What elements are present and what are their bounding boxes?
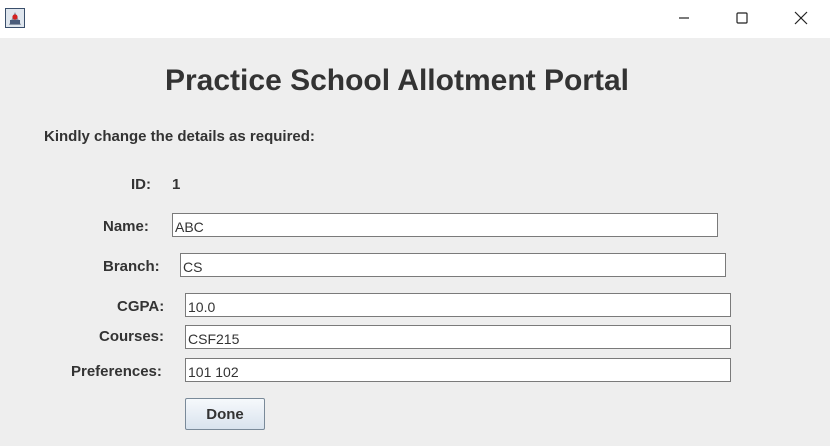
minimize-icon — [678, 12, 690, 24]
close-button[interactable] — [772, 0, 830, 36]
cgpa-field[interactable] — [185, 293, 731, 317]
courses-field[interactable] — [185, 325, 731, 349]
instruction-text: Kindly change the details as required: — [44, 128, 315, 145]
window-content — [0, 38, 830, 446]
courses-label: Courses: — [99, 328, 165, 345]
minimize-button[interactable] — [655, 0, 713, 36]
id-value: 1 — [172, 176, 181, 193]
preferences-label: Preferences: — [71, 363, 162, 380]
name-field[interactable] — [172, 213, 718, 237]
name-label: Name: — [103, 218, 149, 235]
close-icon — [794, 11, 808, 25]
page-title: Practice School Allotment Portal — [165, 64, 629, 97]
branch-label: Branch: — [103, 258, 160, 275]
cgpa-label: CGPA: — [117, 298, 165, 315]
branch-field[interactable] — [180, 253, 726, 277]
java-app-icon[interactable] — [5, 8, 25, 28]
done-button[interactable]: Done — [185, 398, 265, 430]
id-label: ID: — [131, 176, 151, 193]
maximize-icon — [736, 12, 748, 24]
maximize-button[interactable] — [713, 0, 771, 36]
title-bar — [0, 0, 830, 38]
preferences-field[interactable] — [185, 358, 731, 382]
